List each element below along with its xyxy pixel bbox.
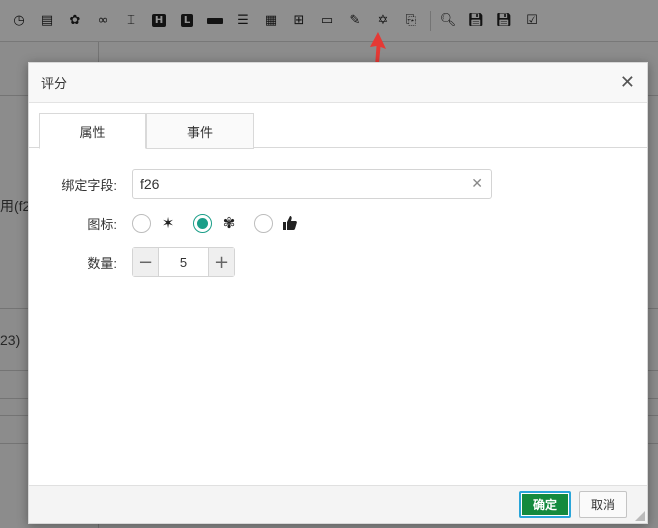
icon-radio-star[interactable] — [132, 213, 151, 233]
cancel-button[interactable]: 取消 — [579, 491, 627, 518]
dialog-tabs: 属性 事件 — [29, 103, 647, 149]
bind-field-label: 绑定字段: — [61, 177, 117, 193]
dialog-footer: 确定 取消 — [29, 485, 647, 523]
bind-field-value: f26 — [140, 176, 160, 192]
bind-field-row: 绑定字段: f26 ✕ — [29, 169, 647, 199]
ok-button[interactable]: 确定 — [519, 491, 571, 518]
rating-dialog: 评分 ✕ 属性 事件 绑定字段: f26 ✕ 图标: ✶ ✾ 数量: − 5 +… — [28, 62, 648, 524]
icon-radio-thumbs[interactable] — [254, 213, 273, 233]
icon-radio-group: ✶ ✾ — [132, 208, 315, 238]
decrement-button[interactable]: − — [133, 248, 159, 276]
count-stepper[interactable]: − 5 + — [132, 247, 235, 277]
count-value[interactable]: 5 — [159, 255, 208, 270]
star-of-david-icon: ✶ — [161, 214, 175, 232]
icon-row: 图标: ✶ ✾ — [29, 208, 647, 238]
flower-icon: ✾ — [222, 214, 236, 232]
bind-field-input[interactable]: f26 ✕ — [132, 169, 492, 199]
dialog-title: 评分 — [41, 76, 68, 91]
close-icon[interactable]: ✕ — [620, 73, 635, 92]
count-label: 数量: — [87, 255, 117, 271]
thumbs-up-icon — [281, 214, 299, 232]
resize-handle-icon[interactable] — [635, 511, 645, 521]
tab-events[interactable]: 事件 — [146, 113, 254, 149]
tab-properties[interactable]: 属性 — [39, 113, 146, 149]
icon-label: 图标: — [87, 216, 117, 232]
dialog-header: 评分 ✕ — [29, 63, 647, 103]
icon-radio-flower[interactable] — [193, 213, 212, 233]
count-row: 数量: − 5 + — [29, 247, 647, 277]
increment-button[interactable]: + — [208, 248, 234, 276]
clear-icon[interactable]: ✕ — [471, 176, 483, 192]
